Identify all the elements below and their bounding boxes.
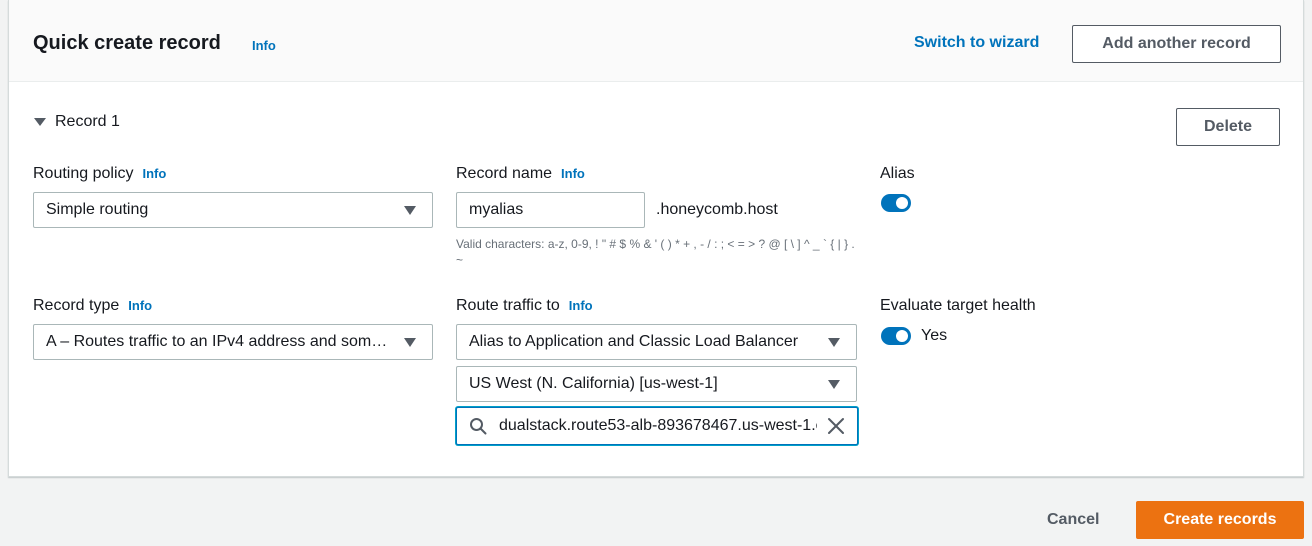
evaluate-health-yes-label: Yes bbox=[921, 327, 948, 344]
clear-icon[interactable] bbox=[827, 417, 845, 435]
endpoint-select[interactable]: Alias to Application and Classic Load Ba… bbox=[456, 324, 857, 360]
valid-characters-hint: Valid characters: a-z, 0-9, ! " # $ % & … bbox=[456, 237, 855, 267]
routing-policy-select[interactable]: Simple routing bbox=[33, 192, 433, 228]
evaluate-health-toggle-knob bbox=[896, 330, 908, 342]
page-title: Quick create record bbox=[33, 32, 221, 54]
domain-suffix: .honeycomb.host bbox=[656, 201, 778, 218]
record-label: Record 1 bbox=[55, 113, 120, 130]
record-expand-toggle[interactable]: Record 1 bbox=[34, 112, 120, 132]
create-records-button[interactable]: Create records bbox=[1136, 501, 1304, 539]
endpoint-value: Alias to Application and Classic Load Ba… bbox=[469, 333, 799, 350]
evaluate-health-label: Evaluate target health bbox=[880, 297, 1036, 314]
evaluate-health-toggle[interactable] bbox=[881, 327, 911, 345]
record-name-info-link[interactable]: Info bbox=[561, 166, 585, 181]
routing-policy-label: Routing policy Info bbox=[33, 164, 166, 184]
dropdown-caret-icon bbox=[404, 338, 416, 347]
alias-label: Alias bbox=[880, 165, 915, 182]
routing-policy-value: Simple routing bbox=[46, 201, 149, 218]
dropdown-caret-icon bbox=[828, 338, 840, 347]
caret-down-icon bbox=[34, 118, 46, 126]
switch-to-wizard-link[interactable]: Switch to wizard bbox=[914, 33, 1039, 53]
route-traffic-info-link[interactable]: Info bbox=[569, 298, 593, 313]
add-another-record-button[interactable]: Add another record bbox=[1072, 25, 1281, 63]
record-type-select[interactable]: A – Routes traffic to an IPv4 address an… bbox=[33, 324, 433, 360]
header-info-link[interactable]: Info bbox=[252, 38, 276, 53]
route-traffic-label-text: Route traffic to bbox=[456, 297, 560, 314]
dropdown-caret-icon bbox=[828, 380, 840, 389]
dropdown-caret-icon bbox=[404, 206, 416, 215]
region-value: US West (N. California) [us-west-1] bbox=[469, 375, 718, 392]
record-name-input[interactable]: myalias bbox=[456, 192, 645, 228]
routing-policy-label-text: Routing policy bbox=[33, 165, 134, 182]
search-icon bbox=[470, 418, 487, 435]
region-select[interactable]: US West (N. California) [us-west-1] bbox=[456, 366, 857, 402]
load-balancer-search[interactable]: dualstack.route53-alb-893678467.us-west-… bbox=[456, 407, 858, 445]
routing-policy-info-link[interactable]: Info bbox=[143, 166, 167, 181]
record-type-value: A – Routes traffic to an IPv4 address an… bbox=[46, 333, 432, 350]
record-type-info-link[interactable]: Info bbox=[128, 298, 152, 313]
record-name-label: Record name Info bbox=[456, 164, 585, 184]
cancel-button[interactable]: Cancel bbox=[1047, 510, 1099, 530]
record-name-label-text: Record name bbox=[456, 165, 553, 182]
route-traffic-label: Route traffic to Info bbox=[456, 296, 593, 316]
panel-header: Quick create record Info Switch to wizar… bbox=[9, 0, 1303, 82]
delete-record-button[interactable]: Delete bbox=[1176, 108, 1280, 146]
quick-create-panel: Quick create record Info Switch to wizar… bbox=[8, 0, 1304, 477]
alias-toggle-knob bbox=[896, 197, 908, 209]
alias-toggle[interactable] bbox=[881, 194, 911, 212]
record-type-label-text: Record type bbox=[33, 297, 120, 314]
load-balancer-search-value: dualstack.route53-alb-893678467.us-west-… bbox=[499, 417, 817, 434]
record-type-label: Record type Info bbox=[33, 296, 152, 316]
